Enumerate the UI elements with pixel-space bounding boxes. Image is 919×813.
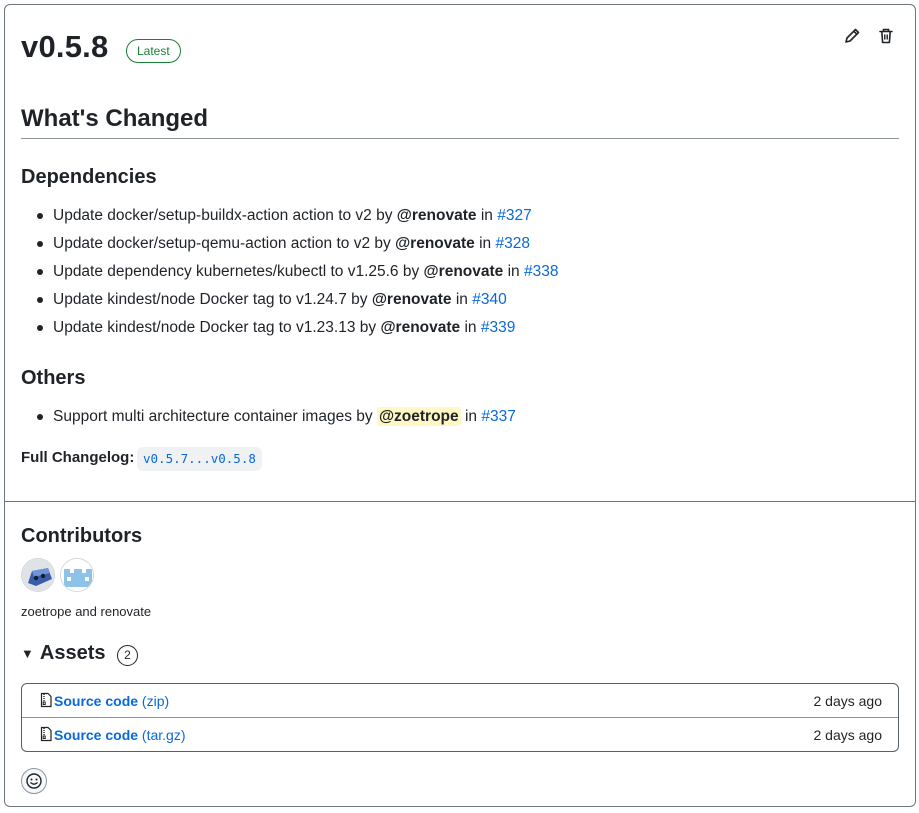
asset-link-zip[interactable]: Source code (zip) (54, 693, 169, 709)
user-mention[interactable]: @renovate (372, 291, 452, 308)
user-mention[interactable]: @renovate (397, 207, 477, 224)
avatar[interactable] (21, 558, 55, 592)
release-body: v0.5.8 Latest What's Changed Dependencie… (5, 5, 915, 501)
list-item: Update kindest/node Docker tag to v1.23.… (36, 314, 558, 342)
asset-link-targz[interactable]: Source code (tar.gz) (54, 727, 186, 743)
section-heading-others: Others (21, 367, 86, 389)
assets-toggle[interactable]: ▼ Assets (21, 642, 105, 665)
pencil-icon (845, 28, 860, 43)
assets-count-badge: 2 (117, 645, 138, 666)
edit-button[interactable] (841, 25, 863, 47)
pr-link[interactable]: #327 (497, 207, 531, 224)
pr-link[interactable]: #337 (481, 408, 515, 425)
release-card: v0.5.8 Latest What's Changed Dependencie… (4, 4, 916, 807)
heading-divider (21, 138, 899, 139)
whats-changed-heading: What's Changed (21, 105, 209, 132)
list-item: Support multi architecture container ima… (37, 403, 516, 431)
list-item: Update dependency kubernetes/kubectl to … (36, 258, 558, 286)
user-mention[interactable]: @renovate (395, 235, 475, 252)
caret-down-icon: ▼ (21, 646, 34, 661)
renovate-avatar-icon (61, 559, 93, 591)
section-heading-dependencies: Dependencies (21, 166, 157, 188)
release-title: v0.5.8 (21, 29, 109, 64)
assets-list: Source code (zip) 2 days ago Source code… (21, 683, 899, 752)
add-reaction-button[interactable] (21, 768, 47, 794)
full-changelog-label: Full Changelog: (21, 449, 135, 466)
asset-date: 2 days ago (813, 727, 883, 743)
contributors-heading: Contributors (21, 525, 143, 547)
delete-button[interactable] (875, 25, 897, 47)
list-item: Update kindest/node Docker tag to v1.24.… (36, 286, 558, 314)
user-mention[interactable]: @renovate (380, 319, 460, 336)
list-item: Update docker/setup-qemu-action action t… (36, 230, 558, 258)
trash-icon (879, 28, 893, 44)
avatar[interactable] (60, 558, 94, 592)
dependencies-list: Update docker/setup-buildx-action action… (36, 202, 558, 342)
asset-row: Source code (tar.gz) 2 days ago (22, 718, 898, 752)
latest-badge: Latest (126, 39, 181, 63)
list-item: Update docker/setup-buildx-action action… (36, 202, 558, 230)
pr-link[interactable]: #340 (472, 291, 506, 308)
pr-link[interactable]: #339 (481, 319, 515, 336)
asset-row: Source code (zip) 2 days ago (22, 684, 898, 718)
zoetrope-avatar-icon (22, 559, 54, 591)
pr-link[interactable]: #328 (495, 235, 529, 252)
assets-heading: Assets (39, 642, 106, 664)
user-mention[interactable]: @renovate (424, 263, 504, 280)
pr-link[interactable]: #338 (524, 263, 558, 280)
section-divider (5, 501, 915, 502)
contributors-names: zoetrope and renovate (21, 604, 152, 619)
others-list: Support multi architecture container ima… (37, 403, 516, 431)
file-zip-icon (40, 726, 52, 742)
file-zip-icon (40, 692, 52, 708)
asset-date: 2 days ago (813, 693, 883, 709)
full-changelog-link[interactable]: v0.5.7...v0.5.8 (137, 447, 262, 471)
smiley-icon (26, 773, 42, 789)
user-mention-highlighted[interactable]: @zoetrope (376, 407, 461, 426)
